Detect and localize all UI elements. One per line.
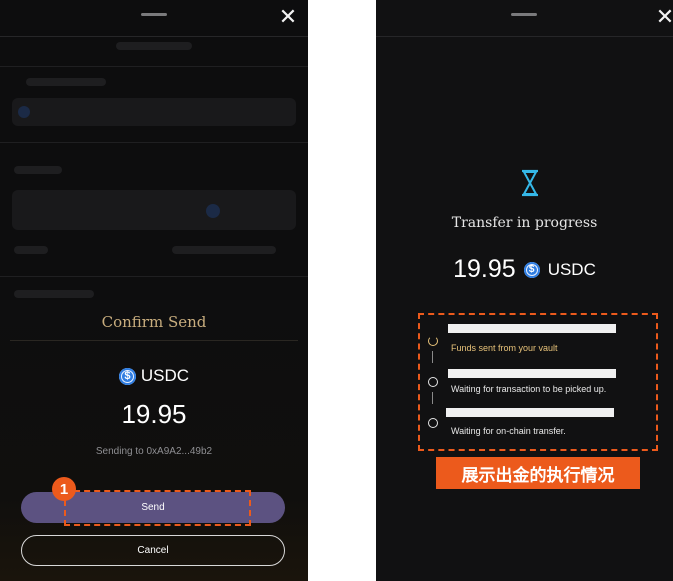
sheet-title: Confirm Send [101, 313, 207, 331]
cancel-button[interactable]: Cancel [21, 535, 285, 566]
dimmed-field [12, 190, 296, 230]
dimmed-text [14, 166, 62, 174]
dimmed-text [116, 42, 192, 50]
close-icon[interactable]: ✕ [652, 4, 673, 30]
send-button-highlight [64, 490, 251, 526]
dimmed-divider [0, 142, 308, 143]
drag-handle[interactable] [141, 13, 167, 16]
dimmed-icon [206, 204, 220, 218]
amount-row: 19.95 $ USDC [376, 255, 673, 284]
dimmed-field [12, 98, 296, 126]
send-amount: 19.95 [121, 399, 187, 429]
usdc-icon: $ [523, 261, 540, 278]
close-icon[interactable]: ✕ [275, 4, 301, 30]
dimmed-divider [0, 276, 308, 277]
steps-highlight [418, 313, 658, 451]
transfer-progress-screen: ✕ Transfer in progress 19.95 $ USDC [376, 0, 673, 581]
sheet-divider [10, 340, 298, 341]
usdc-icon: $ [118, 367, 136, 385]
dimmed-icon [18, 106, 30, 118]
coin-row: $ USDC [0, 366, 308, 386]
top-bar: ✕ [0, 0, 308, 37]
dimmed-divider [0, 66, 308, 67]
coin-name: USDC [140, 366, 190, 385]
step-badge: 1 [52, 477, 76, 501]
dimmed-text [26, 78, 106, 86]
hourglass-icon [522, 169, 538, 197]
progress-title: Transfer in progress [451, 215, 598, 231]
confirm-send-sheet: Confirm Send $ USDC 19.95 Sending to 0xA… [0, 300, 308, 581]
drag-handle[interactable] [511, 13, 537, 16]
coin-name: USDC [547, 259, 596, 279]
dimmed-text [172, 246, 276, 254]
dimmed-text [14, 246, 48, 254]
transfer-amount: 19.95 [453, 255, 516, 283]
annotation-label: 展示出金的执行情况 [436, 457, 640, 489]
dimmed-text [14, 290, 94, 298]
recipient-address: Sending to 0xA9A2...49b2 [95, 446, 213, 457]
top-bar: ✕ [376, 0, 673, 37]
